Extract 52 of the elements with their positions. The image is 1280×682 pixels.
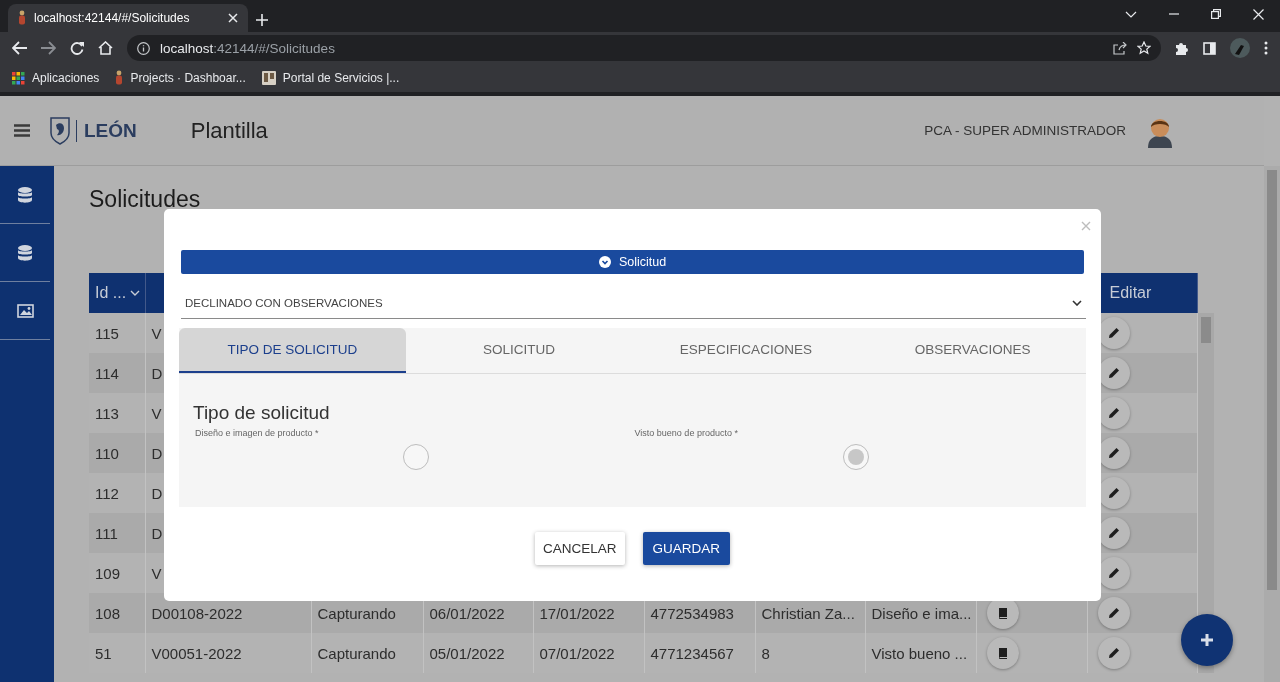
table-cell: Diseño e ima... [871, 604, 972, 622]
section-title: Solicitud [618, 255, 667, 269]
section-header[interactable]: Solicitud [181, 250, 1084, 274]
column-header[interactable]: Editar [1109, 284, 1152, 301]
table-cell: Capturando [317, 644, 396, 662]
browser-tab[interactable]: localhost:42144/#/Solicitudes [8, 4, 248, 32]
table-cell: 115 [95, 324, 119, 342]
table-cell: Christian Za... [761, 604, 855, 622]
tab[interactable]: ESPECIFICACIONES [632, 328, 860, 373]
table-cell: D [151, 484, 163, 502]
panel-title: Tipo de solicitud [193, 402, 331, 424]
table-cell: 108 [95, 604, 121, 622]
table-cell: 109 [95, 564, 121, 582]
table-cell: 05/01/2022 [429, 644, 505, 662]
page-title: Solicitudes [89, 186, 201, 213]
table-cell: 51 [95, 644, 112, 662]
table-cell: V [151, 324, 162, 342]
tab[interactable]: SOLICITUD [405, 328, 633, 373]
table-cell: Visto bueno ... [871, 644, 968, 662]
table-cell: 17/01/2022 [539, 604, 615, 622]
table-cell: 110 [95, 444, 119, 462]
table-cell: 111 [95, 524, 118, 542]
save-button[interactable]: GUARDAR [642, 532, 730, 565]
table-cell: 4771234567 [650, 644, 734, 662]
table-cell: D [151, 444, 163, 462]
user-role: PCA - SUPER ADMINISTRADOR [924, 123, 1126, 138]
option-label: Diseño e imagen de producto * [194, 428, 320, 438]
table-cell: 06/01/2022 [429, 604, 505, 622]
table-cell: 113 [95, 404, 119, 422]
logo-text: LEÓN [76, 119, 137, 142]
bookmark[interactable]: Portal de Servicios |... [261, 71, 400, 85]
option-label: Visto bueno de producto * [633, 428, 739, 438]
table-cell: Capturando [317, 604, 396, 622]
bookmark[interactable]: Projects · Dashboar... [115, 70, 246, 86]
app-title: Plantilla [190, 117, 269, 144]
table-cell: 4772534983 [650, 604, 734, 622]
status-select[interactable]: DECLINADO CON OBSERVACIONES [181, 288, 1086, 319]
table-cell: D00108-2022 [151, 604, 243, 622]
table-cell: V00051-2022 [151, 644, 242, 662]
table-cell: 07/01/2022 [539, 644, 615, 662]
table-cell: 112 [95, 484, 119, 502]
cancel-button[interactable]: CANCELAR [534, 532, 625, 565]
table-cell: 114 [95, 364, 119, 382]
tab[interactable]: TIPO DE SOLICITUD [179, 328, 406, 373]
tab[interactable]: OBSERVACIONES [859, 328, 1086, 373]
address-bar[interactable]: localhost:42144/#/Solicitudes [127, 35, 1161, 61]
table-cell: D [151, 524, 163, 542]
bookmark[interactable]: Aplicaciones [12, 71, 100, 85]
table-cell: 8 [761, 644, 770, 662]
table-cell: V [151, 404, 162, 422]
table-cell: V [151, 564, 162, 582]
table-cell: D [151, 364, 163, 382]
